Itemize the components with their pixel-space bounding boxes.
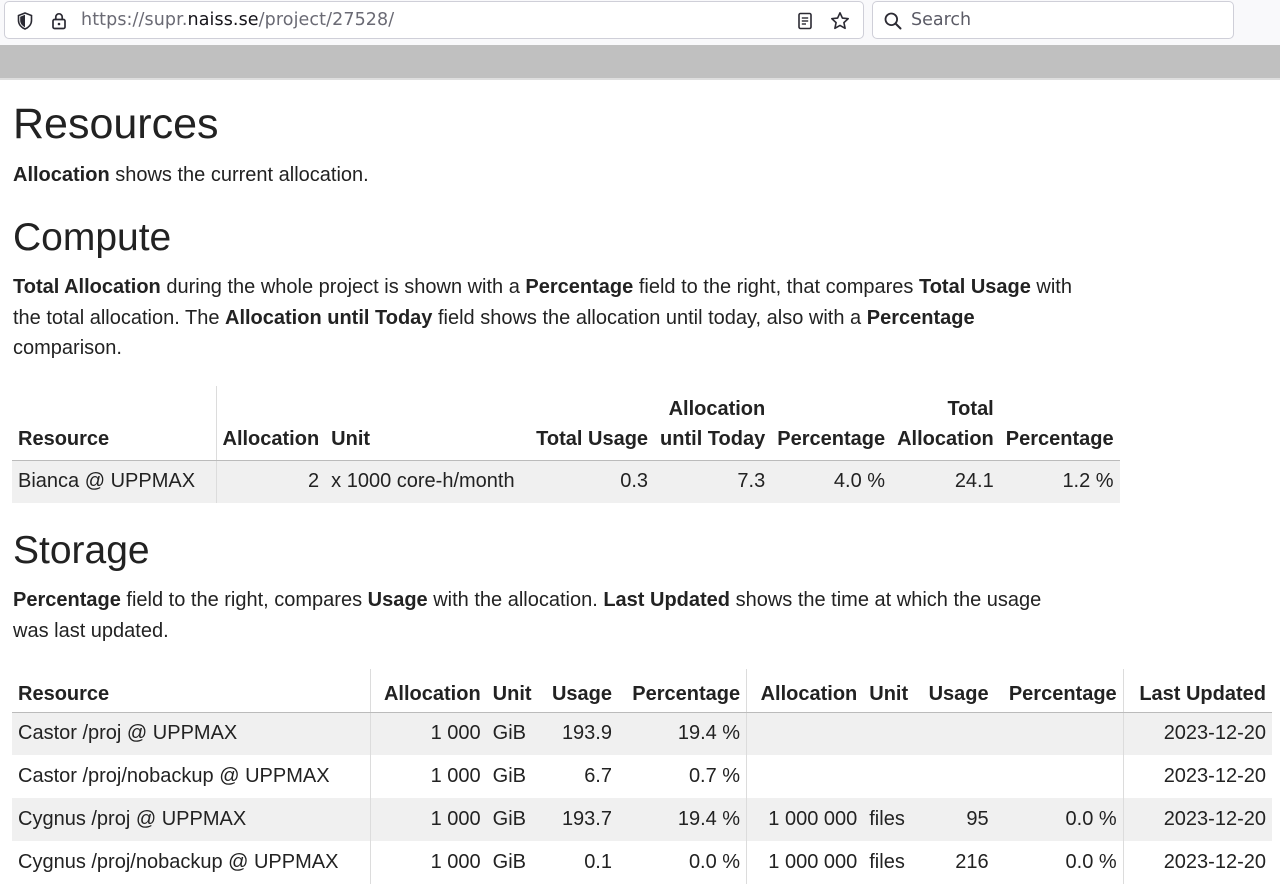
url-text[interactable]: https://supr.naiss.se/project/27528/ — [81, 10, 394, 30]
cell-percentage: 0.7 % — [688, 765, 741, 787]
col-unit: Unit — [486, 669, 542, 713]
storage-table: Resource Allocation Unit Usage Percentag… — [12, 669, 1272, 884]
cell-percentage-files — [995, 755, 1124, 798]
compute-description: Total Allocation during the whole projec… — [13, 276, 1072, 359]
cell-usage-files — [918, 755, 995, 798]
col-resource: Resource — [12, 669, 370, 713]
cell-allocation: 1 000 — [369, 712, 487, 755]
cell-unit: GiB — [492, 722, 526, 745]
search-icon — [883, 11, 903, 31]
cell-usage: 193.9 — [561, 722, 612, 745]
cell-total-allocation: 24.1 — [954, 470, 994, 493]
cell-unit: GiB — [492, 765, 526, 787]
table-row: Cygnus /proj/nobackup @ UPPMAX 1 000 GiB 0.… — [12, 841, 1272, 884]
url-bar[interactable]: https://supr.naiss.se/project/27528/ — [4, 1, 864, 39]
cell-allocation-until-today: 7.3 — [737, 470, 766, 493]
cell-unit-files — [863, 712, 917, 755]
table-row: Castor /proj/nobackup @ UPPMAX 1 000 GiB 6.… — [12, 755, 1272, 798]
resources-description: Allocation shows the current allocation. — [13, 164, 369, 186]
cell-allocation-files — [746, 712, 864, 755]
col-allocation-files: Allocation — [746, 669, 864, 713]
cell-percentage: 0.0 % — [688, 851, 741, 873]
storage-table-header: Resource Allocation Unit Usage Percentag… — [12, 669, 1272, 713]
cell-usage: 0.1 — [584, 851, 612, 873]
cell-allocation: 1 000 — [369, 798, 487, 841]
cell-last-updated: 2023-12-20 — [1122, 712, 1272, 755]
cell-allocation: 1 000 — [369, 841, 487, 884]
site-header-bar — [0, 45, 1280, 80]
lock-icon[interactable] — [49, 11, 69, 31]
cell-percentage-files: 0.0 % — [1065, 851, 1117, 873]
col-allocation: Allocation — [215, 386, 326, 461]
col-total-usage: Total Usage — [530, 386, 655, 461]
col-unit: Unit — [325, 386, 531, 461]
col-unit-files: Unit — [863, 669, 918, 713]
cell-usage-files: 216 — [955, 851, 989, 873]
col-percentage-total: Percentage — [999, 386, 1120, 461]
cell-percentage-files — [995, 712, 1124, 755]
browser-toolbar: https://supr.naiss.se/project/27528/ Sea… — [0, 0, 1280, 45]
col-percentage: Percentage — [771, 386, 892, 461]
tracking-shield-icon[interactable] — [15, 11, 35, 31]
cell-resource: Castor /proj @ UPPMAX — [18, 722, 238, 745]
compute-heading: Compute — [13, 216, 172, 259]
cell-last-updated: 2023-12-20 — [1122, 841, 1272, 884]
reader-view-icon[interactable] — [795, 11, 815, 31]
storage-description: Percentage field to the right, compares … — [13, 589, 1042, 642]
col-allocation-until-today: Allocation until Today — [654, 386, 772, 461]
cell-allocation: 1 000 — [369, 755, 487, 798]
compute-table-header: Resource Allocation Unit Total Usage All… — [12, 386, 1120, 461]
col-percentage: Percentage — [618, 669, 747, 713]
resources-heading: Resources — [13, 100, 219, 148]
col-last-updated: Last Updated — [1122, 669, 1272, 713]
cell-usage-files: 95 — [966, 808, 989, 830]
cell-unit: GiB — [492, 851, 526, 873]
cell-percentage: 19.4 % — [677, 722, 741, 745]
cell-total-usage: 0.3 — [620, 470, 649, 493]
cell-allocation-files: 1 000 000 — [746, 841, 864, 884]
col-allocation: Allocation — [369, 669, 487, 713]
cell-unit-files: files — [869, 808, 905, 830]
search-bar[interactable]: Search — [872, 1, 1234, 39]
cell-percentage-files: 0.0 % — [1065, 808, 1117, 830]
col-usage: Usage — [541, 669, 618, 713]
cell-last-updated: 2023-12-20 — [1122, 755, 1272, 798]
cell-allocation-files: 1 000 000 — [746, 798, 864, 841]
cell-unit: x 1000 core-h/month — [331, 470, 515, 493]
table-row: Castor /proj @ UPPMAX 1 000 GiB 193.9 19.4 %… — [12, 712, 1272, 755]
storage-heading: Storage — [13, 529, 150, 572]
cell-usage: 193.7 — [561, 808, 612, 830]
cell-unit-files — [863, 755, 917, 798]
table-row: Bianca @ UPPMAX 2 x 1000 core-h/month 0.… — [12, 460, 1120, 503]
cell-allocation: 2 — [215, 460, 326, 503]
compute-table: Resource Allocation Unit Total Usage All… — [12, 386, 1120, 503]
cell-unit-files: files — [869, 851, 905, 873]
search-input[interactable]: Search — [911, 10, 971, 30]
col-percentage-files: Percentage — [994, 669, 1124, 713]
cell-percentage: 19.4 % — [677, 808, 741, 830]
cell-resource: Cygnus /proj @ UPPMAX — [18, 808, 247, 830]
cell-resource: Cygnus /proj/nobackup @ UPPMAX — [18, 851, 339, 873]
cell-last-updated: 2023-12-20 — [1122, 798, 1272, 841]
bookmark-star-icon[interactable] — [830, 11, 850, 31]
col-total-allocation: Total Allocation — [891, 386, 1000, 461]
cell-resource: Castor /proj/nobackup @ UPPMAX — [18, 765, 330, 787]
cell-usage: 6.7 — [584, 765, 612, 787]
cell-usage-files — [918, 712, 995, 755]
cell-unit: GiB — [492, 808, 526, 830]
cell-percentage-total: 1.2 % — [1062, 470, 1114, 493]
cell-percentage: 4.0 % — [833, 470, 886, 493]
cell-allocation-files — [746, 755, 864, 798]
col-resource: Resource — [12, 386, 216, 461]
col-usage-files: Usage — [917, 669, 995, 713]
table-row: Cygnus /proj @ UPPMAX 1 000 GiB 193.7 19.4 %… — [12, 798, 1272, 841]
cell-resource: Bianca @ UPPMAX — [18, 470, 196, 493]
